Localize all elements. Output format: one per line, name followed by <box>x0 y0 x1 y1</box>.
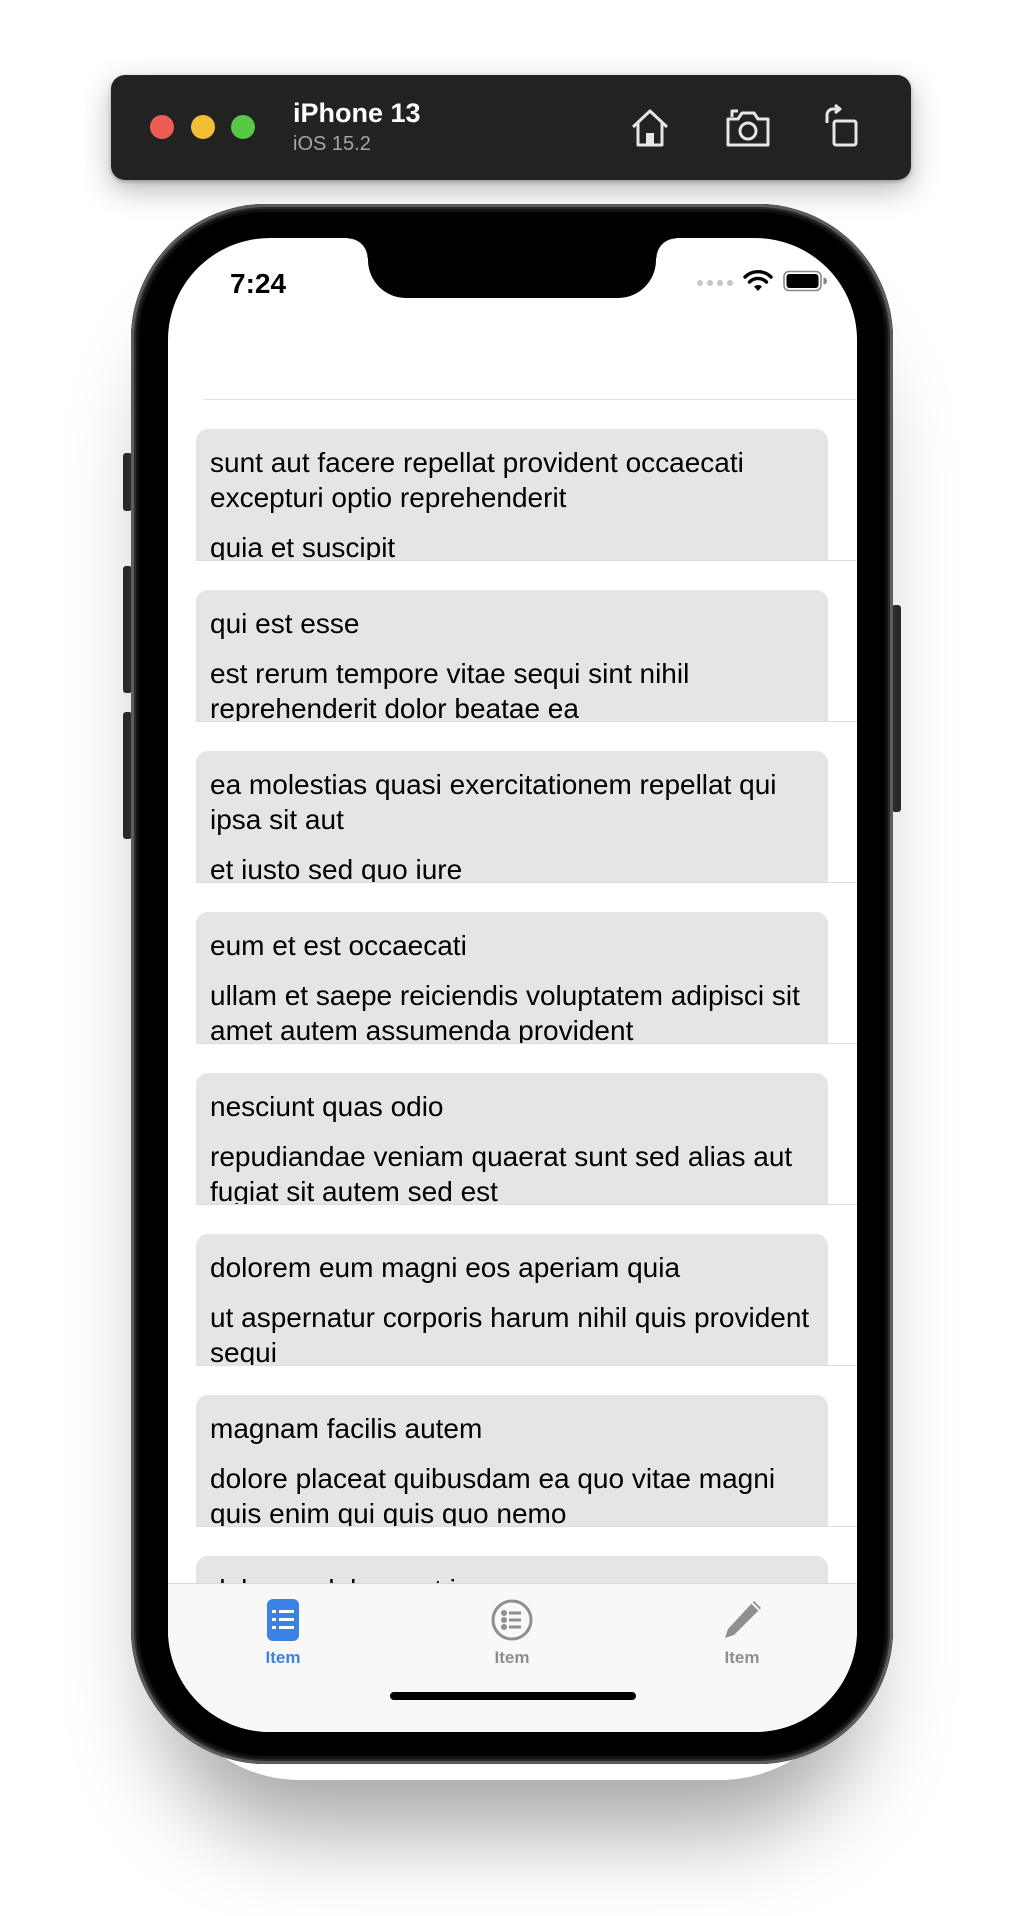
tab-label: Item <box>724 1648 760 1667</box>
tab-item-1[interactable]: Item <box>168 1584 398 1684</box>
post-body: ut aspernatur corporis harum nihil quis … <box>210 1302 810 1366</box>
post-title: eum et est occaecati <box>210 930 467 961</box>
screenshot-icon[interactable] <box>723 103 773 153</box>
post-card[interactable]: nesciunt quas odio repudiandae veniam qu… <box>196 1073 828 1205</box>
post-card[interactable]: ea molestias quasi exercitationem repell… <box>196 751 828 883</box>
post-title: qui est esse <box>210 608 360 639</box>
zoom-window-button[interactable] <box>231 115 255 139</box>
os-version: iOS 15.2 <box>293 133 371 155</box>
post-title: ea molestias quasi exercitationem repell… <box>210 769 777 835</box>
post-title: sunt aut facere repellat provident occae… <box>210 447 744 513</box>
wifi-icon <box>743 269 773 298</box>
phone-screen: 7:24 sunt aut facere repellat provident … <box>168 238 857 1732</box>
tab-bar: Item Item Item <box>168 1583 857 1732</box>
post-body: quia et suscipit <box>210 532 396 561</box>
tab-item-3[interactable]: Item <box>627 1584 857 1684</box>
post-card[interactable]: dolorem dolore est ipsam <box>196 1556 828 1584</box>
list-item[interactable]: nesciunt quas odio repudiandae veniam qu… <box>168 1044 857 1205</box>
notch <box>348 238 676 298</box>
list-item[interactable]: sunt aut facere repellat provident occae… <box>168 400 857 561</box>
post-body: ullam et saepe reiciendis voluptatem adi… <box>210 980 800 1044</box>
tab-label: Item <box>494 1648 530 1667</box>
device-name: iPhone 13 <box>293 98 421 128</box>
battery-icon <box>783 270 827 297</box>
list-item[interactable]: dolorem eum magni eos aperiam quia ut as… <box>168 1205 857 1366</box>
home-icon[interactable] <box>625 103 675 153</box>
list-item[interactable]: ea molestias quasi exercitationem repell… <box>168 722 857 883</box>
tab-item-2[interactable]: Item <box>397 1584 627 1684</box>
list-item[interactable]: dolorem dolore est ipsam <box>168 1527 857 1584</box>
simulator-toolbar: iPhone 13 iOS 15.2 <box>111 75 911 180</box>
power-button[interactable] <box>892 605 901 812</box>
minimize-window-button[interactable] <box>191 115 215 139</box>
list-circle-icon <box>488 1596 536 1644</box>
post-card[interactable]: magnam facilis autem dolore placeat quib… <box>196 1395 828 1527</box>
posts-list[interactable]: sunt aut facere repellat provident occae… <box>168 400 857 1584</box>
list-item[interactable]: magnam facilis autem dolore placeat quib… <box>168 1366 857 1527</box>
list-clipboard-icon <box>259 1596 307 1644</box>
list-item[interactable]: qui est esse est rerum tempore vitae seq… <box>168 561 857 722</box>
post-body: repudiandae veniam quaerat sunt sed alia… <box>210 1141 793 1205</box>
close-window-button[interactable] <box>150 115 174 139</box>
post-card[interactable]: qui est esse est rerum tempore vitae seq… <box>196 590 828 722</box>
post-body: et iusto sed quo iure <box>210 854 463 883</box>
post-card[interactable]: sunt aut facere repellat provident occae… <box>196 429 828 561</box>
cellular-dots-icon <box>697 280 733 286</box>
post-title: dolorem eum magni eos aperiam quia <box>210 1252 681 1283</box>
post-title: nesciunt quas odio <box>210 1091 444 1122</box>
post-body: est rerum tempore vitae sequi sint nihil… <box>210 658 690 722</box>
status-time: 7:24 <box>230 268 287 299</box>
pencil-icon <box>718 1596 766 1644</box>
post-card[interactable]: eum et est occaecati ullam et saepe reic… <box>196 912 828 1044</box>
post-title: magnam facilis autem <box>210 1413 483 1444</box>
status-icons <box>697 268 827 298</box>
tab-label: Item <box>265 1648 301 1667</box>
home-indicator[interactable] <box>390 1692 636 1700</box>
list-item[interactable]: eum et est occaecati ullam et saepe reic… <box>168 883 857 1044</box>
post-body: dolore placeat quibusdam ea quo vitae ma… <box>210 1463 776 1527</box>
rotate-icon[interactable] <box>817 103 867 153</box>
post-card[interactable]: dolorem eum magni eos aperiam quia ut as… <box>196 1234 828 1366</box>
